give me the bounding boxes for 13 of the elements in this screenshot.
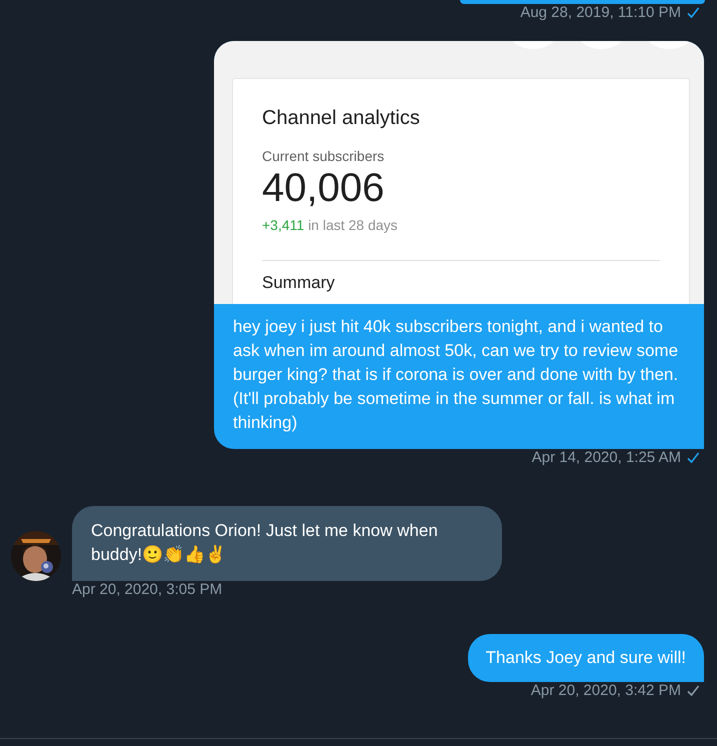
change-value: +3,411 [262, 217, 304, 233]
timestamp: Apr 20, 2020, 3:42 PM [530, 682, 681, 699]
message-text: Thanks Joey and sure will! [486, 648, 686, 667]
card-title: Channel analytics [262, 107, 421, 130]
subscriber-count: 40,006 [262, 166, 386, 211]
message-text: Congratulations Orion! Just let me know when buddy!🙂👏👍✌ [91, 521, 438, 564]
timestamp: Apr 20, 2020, 3:05 PM [72, 581, 222, 598]
change-label: in last 28 days [308, 217, 398, 233]
message-text: hey joey i just hit 40k subscribers tonight, and i wanted to ask when im around almost 50k, can we try to review some burger king? that is if corona is over and done with by then. (It'll probably be sometime in the summer or fall. is what im thinking) [232, 316, 680, 434]
stat-label: Current subscribers [262, 148, 386, 164]
section-heading: Summary [262, 273, 336, 293]
timestamp: Aug 28, 2019, 11:10 PM [520, 4, 681, 21]
timestamp: Apr 14, 2020, 1:25 AM [532, 449, 681, 466]
